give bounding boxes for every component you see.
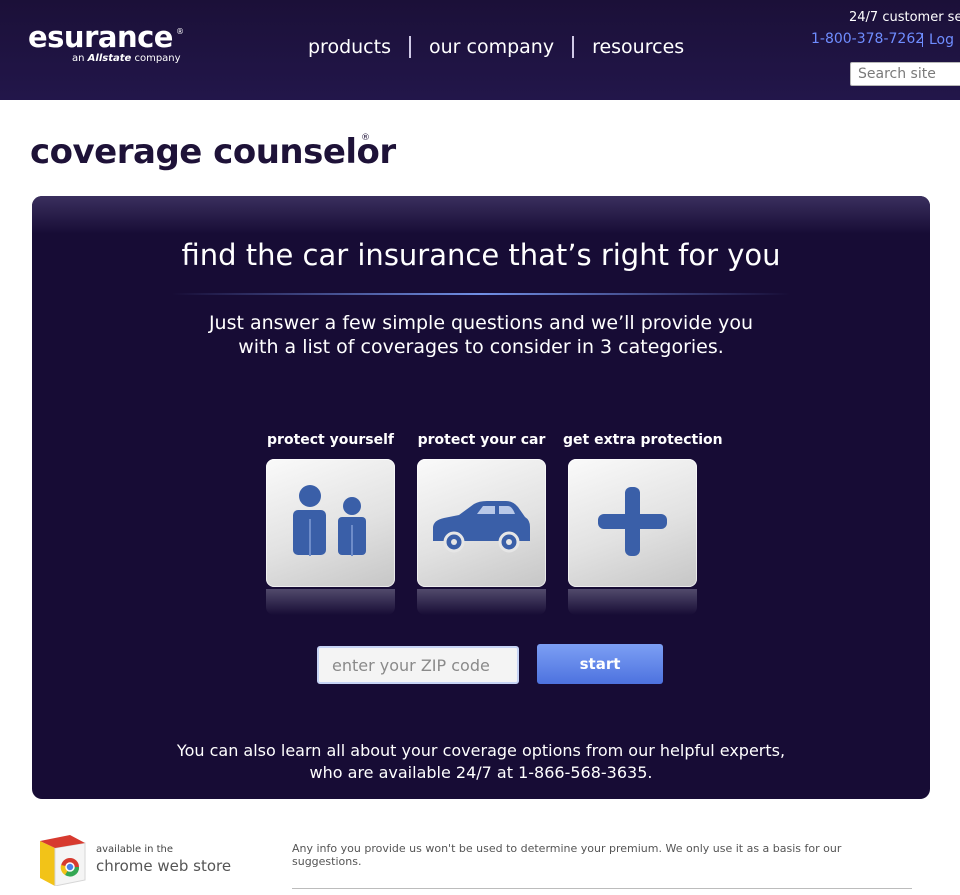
esurance-logo[interactable]: esurance	[28, 20, 173, 54]
nav-products[interactable]: products	[308, 36, 391, 58]
car-icon	[433, 501, 530, 553]
page-title: coverage counselor	[30, 132, 396, 172]
experts-line-2: who are available 24/7 at 1-866-568-3635…	[309, 763, 653, 782]
header-divider	[922, 33, 923, 47]
people-icon	[293, 485, 366, 556]
chrome-available-text: available in the	[96, 844, 174, 855]
title-registered-mark: ®	[361, 133, 370, 143]
logo-tagline: an Allstate company	[72, 53, 181, 64]
panel-sheen	[32, 196, 930, 234]
nav-divider	[408, 36, 411, 58]
plus-icon	[598, 487, 667, 556]
tile-protect-car[interactable]	[417, 459, 546, 587]
logo-registered-mark: ®	[176, 27, 184, 36]
chrome-web-store-icon[interactable]	[37, 834, 87, 886]
nav-divider	[572, 36, 575, 58]
coverage-panel: find the car insurance that’s right for …	[32, 196, 930, 799]
chrome-web-store-link[interactable]: chrome web store	[96, 857, 231, 875]
tagline-prefix: an	[72, 53, 88, 64]
category-label-car: protect your car	[417, 432, 546, 448]
bottom-divider	[292, 888, 912, 889]
start-button[interactable]: start	[537, 644, 663, 684]
tagline-brand: Allstate	[87, 53, 132, 64]
premium-disclaimer: Any info you provide us won't be used to…	[292, 842, 842, 868]
tile-reflection	[417, 589, 546, 615]
experts-line-1: You can also learn all about your covera…	[176, 741, 786, 760]
tile-extra-protection[interactable]	[568, 459, 697, 587]
headline-divider	[172, 293, 790, 295]
customer-service-text: 24/7 customer se	[849, 10, 960, 25]
main-nav: products our company resources	[308, 36, 684, 58]
intro-line-1: Just answer a few simple questions and w…	[208, 312, 754, 334]
site-header: esurance ® an Allstate company products …	[0, 0, 960, 100]
phone-link[interactable]: 1-800-378-7262	[811, 31, 924, 47]
panel-headline: find the car insurance that’s right for …	[181, 238, 781, 272]
nav-resources[interactable]: resources	[592, 36, 684, 58]
login-link[interactable]: Log	[929, 32, 954, 48]
nav-our-company[interactable]: our company	[429, 36, 554, 58]
tile-reflection	[568, 589, 697, 615]
intro-line-2: with a list of coverages to consider in …	[238, 336, 724, 358]
tile-protect-yourself[interactable]	[266, 459, 395, 587]
category-label-yourself: protect yourself	[267, 432, 394, 448]
tile-reflection	[266, 589, 395, 615]
tagline-suffix: company	[131, 53, 181, 64]
category-label-extra: get extra protection	[563, 432, 723, 448]
search-input[interactable]	[850, 62, 960, 86]
zip-code-input[interactable]	[317, 646, 519, 684]
